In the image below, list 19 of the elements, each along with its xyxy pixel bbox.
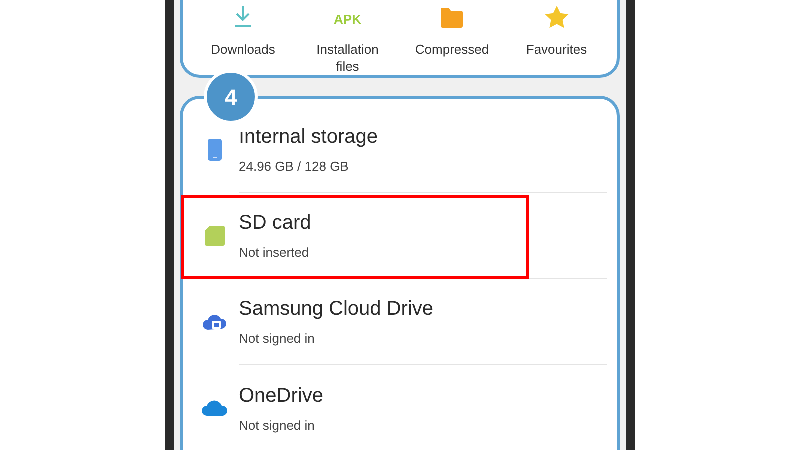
sd-card-icon (205, 226, 225, 246)
storage-status: Not signed in (239, 416, 316, 435)
category-label[interactable]: Favourites (514, 41, 599, 58)
step-badge: 4 (204, 70, 258, 124)
storage-status: 24.96 GB / 128 GB (239, 158, 350, 176)
storage-title[interactable]: OneDrive (239, 380, 324, 411)
storage-status: Not inserted (239, 244, 310, 262)
phone-icon (208, 138, 222, 160)
apk-icon: APK (334, 10, 362, 29)
storage-title[interactable]: ınternal storage (239, 122, 378, 152)
storage-title[interactable]: SD card (239, 208, 312, 238)
storage-status: Not signed in (239, 330, 316, 348)
category-label[interactable]: Downloads (201, 41, 286, 58)
cloud-icon (201, 399, 229, 417)
category-label[interactable]: Installation files (306, 41, 390, 75)
storage-title[interactable]: Samsung Cloud Drive (239, 294, 434, 324)
category-label[interactable]: Compressed (410, 41, 494, 58)
folder-icon (440, 7, 464, 29)
star-icon (544, 5, 570, 29)
